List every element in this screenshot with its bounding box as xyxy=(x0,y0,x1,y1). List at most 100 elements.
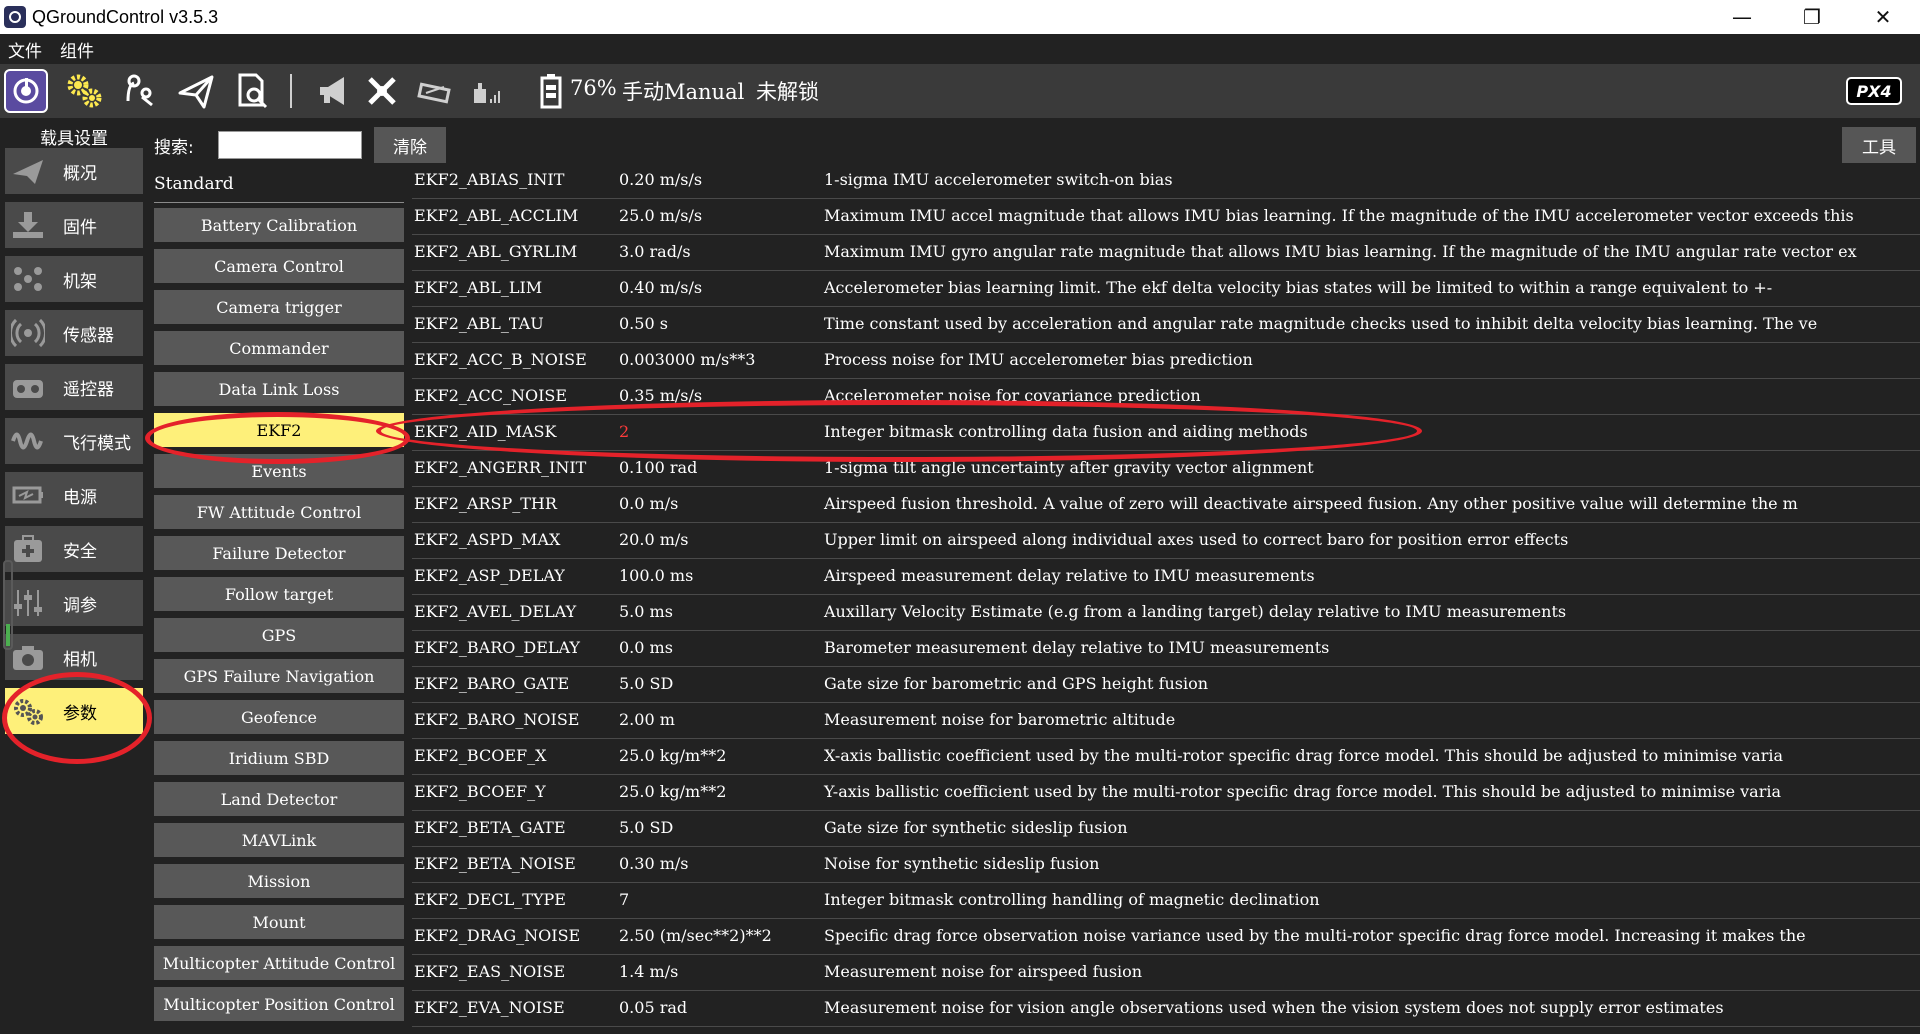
parameter-row[interactable]: EKF2_BETA_NOISE 0.30 m/s Noise for synthet… xyxy=(412,847,1920,883)
parameter-value[interactable]: 0.0 ms xyxy=(619,638,673,657)
parameter-row[interactable]: EKF2_ANGERR_INIT 0.100 rad 1-sigma tilt an… xyxy=(412,451,1920,487)
parameter-row[interactable]: EKF2_BARO_DELAY 0.0 ms Barometer measureme… xyxy=(412,631,1920,667)
group-item-mavlink[interactable]: MAVLink xyxy=(154,823,404,857)
parameter-value[interactable]: 0.40 m/s/s xyxy=(619,278,702,297)
minimize-button[interactable]: — xyxy=(1707,0,1777,34)
parameter-value[interactable]: 0.003000 m/s**3 xyxy=(619,350,755,369)
group-item-land-detector[interactable]: Land Detector xyxy=(154,782,404,816)
group-item-mission[interactable]: Mission xyxy=(154,864,404,898)
restore-button[interactable]: ❐ xyxy=(1777,0,1847,34)
rc-rssi-button[interactable] xyxy=(410,67,458,115)
group-item-mount[interactable]: Mount xyxy=(154,905,404,939)
parameter-value[interactable]: 7 xyxy=(619,890,629,909)
plan-view-button[interactable] xyxy=(116,67,164,115)
parameter-row[interactable]: EKF2_ABL_GYRLIM 3.0 rad/s Maximum IMU gyro… xyxy=(412,235,1920,271)
battery-button[interactable] xyxy=(536,67,566,115)
group-item-events[interactable]: Events xyxy=(154,454,404,488)
parameter-value[interactable]: 0.05 rad xyxy=(619,998,687,1017)
vehicle-setup-button[interactable] xyxy=(60,67,108,115)
parameter-row[interactable]: EKF2_ASP_DELAY 100.0 ms Airspeed measureme… xyxy=(412,559,1920,595)
group-item-camera-control[interactable]: Camera Control xyxy=(154,249,404,283)
sidebar-item-camera[interactable]: 相机 xyxy=(5,634,143,680)
parameter-value[interactable]: 5.0 SD xyxy=(619,674,673,693)
parameter-value[interactable]: 2 xyxy=(619,422,629,441)
group-item-iridium-sbd[interactable]: Iridium SBD xyxy=(154,741,404,775)
fly-view-button[interactable] xyxy=(172,67,220,115)
parameter-row[interactable]: EKF2_BCOEF_X 25.0 kg/m**2 X-axis ballistic… xyxy=(412,739,1920,775)
group-item-multicopter-attitude-control[interactable]: Multicopter Attitude Control xyxy=(154,946,404,980)
parameter-value[interactable]: 5.0 ms xyxy=(619,602,673,621)
group-item-data-link-loss[interactable]: Data Link Loss xyxy=(154,372,404,406)
parameter-row[interactable]: EKF2_ACC_B_NOISE 0.003000 m/s**3 Process n… xyxy=(412,343,1920,379)
menu-file[interactable]: 文件 xyxy=(8,37,42,62)
flight-mode-selector[interactable]: 手动Manual xyxy=(622,76,744,106)
parameter-row[interactable]: EKF2_BARO_NOISE 2.00 m Measurement noise f… xyxy=(412,703,1920,739)
close-button[interactable]: ✕ xyxy=(1848,0,1918,34)
sidebar-item-summary[interactable]: 概况 xyxy=(5,148,143,194)
parameter-value[interactable]: 1.4 m/s xyxy=(619,962,678,981)
parameter-value[interactable]: 100.0 ms xyxy=(619,566,693,585)
gps-status-button[interactable] xyxy=(358,67,406,115)
parameter-row[interactable]: EKF2_ACC_NOISE 0.35 m/s/s Accelerometer no… xyxy=(412,379,1920,415)
parameter-value[interactable]: 3.0 rad/s xyxy=(619,242,691,261)
group-item-camera-trigger[interactable]: Camera trigger xyxy=(154,290,404,324)
sidebar-scrollbar[interactable] xyxy=(3,560,13,650)
parameter-value[interactable]: 5.0 SD xyxy=(619,818,673,837)
parameter-value[interactable]: 0.0 m/s xyxy=(619,494,678,513)
parameter-row[interactable]: EKF2_AVEL_DELAY 5.0 ms Auxillary Velocity … xyxy=(412,595,1920,631)
parameter-row[interactable]: EKF2_ABL_LIM 0.40 m/s/s Accelerometer bias… xyxy=(412,271,1920,307)
messages-button[interactable] xyxy=(310,67,358,115)
group-item-follow-target[interactable]: Follow target xyxy=(154,577,404,611)
search-input[interactable] xyxy=(218,131,362,159)
sidebar-item-radio[interactable]: 遥控器 xyxy=(5,364,143,410)
sidebar-item-parameters[interactable]: 参数 xyxy=(5,688,143,734)
group-item-commander[interactable]: Commander xyxy=(154,331,404,365)
group-item-geofence[interactable]: Geofence xyxy=(154,700,404,734)
clear-button[interactable]: 清除 xyxy=(374,127,446,163)
analyze-view-button[interactable] xyxy=(228,67,276,115)
sidebar-item-sensors[interactable]: 传感器 xyxy=(5,310,143,356)
parameter-row[interactable]: EKF2_BCOEF_Y 25.0 kg/m**2 Y-axis ballistic… xyxy=(412,775,1920,811)
telemetry-rssi-button[interactable] xyxy=(462,67,510,115)
group-item-battery-calibration[interactable]: Battery Calibration xyxy=(154,208,404,242)
arm-status[interactable]: 未解锁 xyxy=(756,76,819,106)
qgc-home-button[interactable] xyxy=(4,69,48,113)
sidebar-item-tuning[interactable]: 调参 xyxy=(5,580,143,626)
group-item-gps[interactable]: GPS xyxy=(154,618,404,652)
group-item-fw-attitude-control[interactable]: FW Attitude Control xyxy=(154,495,404,529)
sidebar-item-airframe[interactable]: 机架 xyxy=(5,256,143,302)
parameter-value[interactable]: 0.35 m/s/s xyxy=(619,386,702,405)
parameter-row[interactable]: EKF2_EAS_NOISE 1.4 m/s Measurement noise f… xyxy=(412,955,1920,991)
parameter-row[interactable]: EKF2_EVA_NOISE 0.05 rad Measurement noise … xyxy=(412,991,1920,1027)
parameter-value[interactable]: 25.0 kg/m**2 xyxy=(619,782,726,801)
parameter-value[interactable]: 25.0 m/s/s xyxy=(619,206,702,225)
sidebar-item-safety[interactable]: 安全 xyxy=(5,526,143,572)
parameter-row[interactable]: EKF2_BETA_GATE 5.0 SD Gate size for synthe… xyxy=(412,811,1920,847)
parameter-value[interactable]: 0.100 rad xyxy=(619,458,697,477)
sidebar-item-flight-modes[interactable]: 飞行模式 xyxy=(5,418,143,464)
group-item-failure-detector[interactable]: Failure Detector xyxy=(154,536,404,570)
parameter-row[interactable]: EKF2_ABL_ACCLIM 25.0 m/s/s Maximum IMU acc… xyxy=(412,199,1920,235)
parameter-row[interactable]: EKF2_DECL_TYPE 7 Integer bitmask controlli… xyxy=(412,883,1920,919)
parameter-value[interactable]: 2.50 (m/sec**2)**2 xyxy=(619,926,772,945)
parameter-value[interactable]: 0.30 m/s xyxy=(619,854,688,873)
parameter-value[interactable]: 0.50 s xyxy=(619,314,668,333)
menu-widgets[interactable]: 组件 xyxy=(60,37,94,62)
parameter-row[interactable]: EKF2_DRAG_NOISE 2.50 (m/sec**2)**2 Specifi… xyxy=(412,919,1920,955)
group-item-ekf2[interactable]: EKF2 xyxy=(154,413,404,447)
parameter-value[interactable]: 0.20 m/s/s xyxy=(619,170,702,189)
sidebar-item-firmware[interactable]: 固件 xyxy=(5,202,143,248)
group-item-gps-failure-navigation[interactable]: GPS Failure Navigation xyxy=(154,659,404,693)
parameter-row[interactable]: EKF2_ABL_TAU 0.50 s Time constant used by … xyxy=(412,307,1920,343)
parameter-row[interactable]: EKF2_ASPD_MAX 20.0 m/s Upper limit on airs… xyxy=(412,523,1920,559)
sidebar-item-power[interactable]: 电源 xyxy=(5,472,143,518)
parameter-row[interactable]: EKF2_ARSP_THR 0.0 m/s Airspeed fusion thre… xyxy=(412,487,1920,523)
parameter-value[interactable]: 25.0 kg/m**2 xyxy=(619,746,726,765)
parameter-value[interactable]: 2.00 m xyxy=(619,710,675,729)
tools-button[interactable]: 工具 xyxy=(1842,127,1916,163)
group-item-multicopter-position-control[interactable]: Multicopter Position Control xyxy=(154,987,404,1021)
parameter-row[interactable]: EKF2_AID_MASK 2 Integer bitmask controllin… xyxy=(412,415,1920,451)
parameter-row[interactable]: EKF2_ABIAS_INIT 0.20 m/s/s 1-sigma IMU acc… xyxy=(412,163,1920,199)
parameter-value[interactable]: 20.0 m/s xyxy=(619,530,688,549)
parameter-row[interactable]: EKF2_BARO_GATE 5.0 SD Gate size for barome… xyxy=(412,667,1920,703)
